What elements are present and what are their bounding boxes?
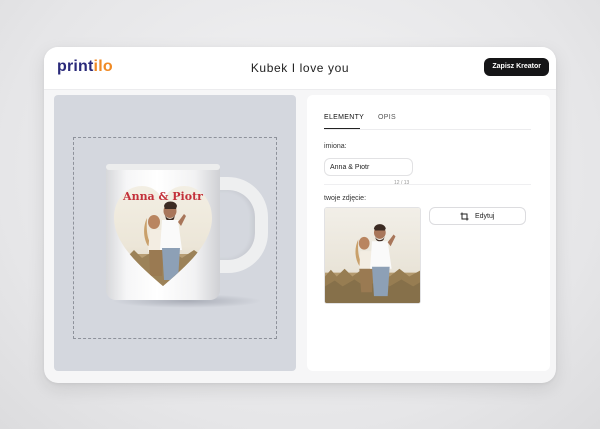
photo-thumbnail[interactable] — [324, 207, 421, 304]
page-title: Kubek I love you — [250, 61, 350, 75]
top-bar: printilo Kubek I love you Zapisz Kreator — [44, 47, 556, 90]
tab-elementy[interactable]: ELEMENTY — [324, 113, 364, 122]
editor-tabs: ELEMENTY OPIS — [324, 113, 531, 130]
section-divider — [324, 184, 531, 185]
names-label: imiona: — [324, 143, 347, 150]
edit-button-label: Edytuj — [475, 213, 495, 220]
photo-label: twoje zdjęcie: — [324, 195, 367, 202]
names-input[interactable] — [324, 158, 413, 176]
mug-rim — [106, 164, 220, 170]
edit-photo-button[interactable]: Edytuj — [429, 207, 526, 225]
active-tab-indicator — [324, 128, 360, 129]
mug-preview: Anna & Piotr — [54, 95, 296, 371]
save-creator-button[interactable]: Zapisz Kreator — [484, 58, 549, 76]
tab-opis[interactable]: OPIS — [378, 113, 396, 122]
crop-icon — [460, 212, 469, 221]
mug-names-text: Anna & Piotr — [123, 190, 203, 203]
app-window: printilo Kubek I love you Zapisz Kreator — [44, 47, 556, 383]
editor-panel: ELEMENTY OPIS imiona: 12 / 13 twoje zdję… — [307, 95, 550, 371]
names-char-counter: 12 / 13 — [394, 180, 410, 186]
